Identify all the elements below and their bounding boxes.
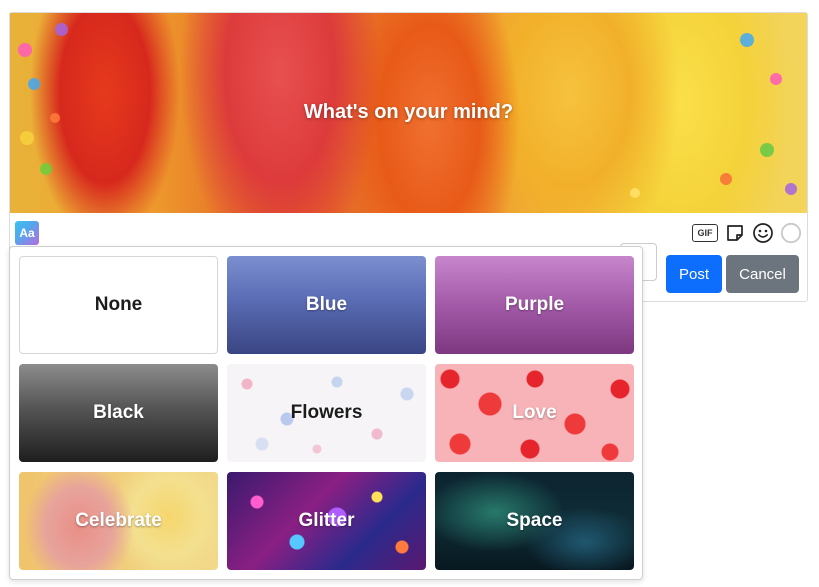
background-option-label: Black — [93, 402, 144, 423]
composer-tools: GIF — [692, 220, 802, 246]
background-option-label: Blue — [305, 294, 348, 315]
background-option-label: Flowers — [290, 402, 363, 423]
gif-icon[interactable]: GIF — [692, 224, 718, 242]
background-option-label: Love — [512, 402, 557, 423]
background-preview[interactable]: What's on your mind? — [10, 13, 807, 213]
smiley-icon[interactable] — [752, 222, 774, 244]
background-option-flowers[interactable]: Flowers — [227, 364, 426, 462]
background-option-none[interactable]: None — [19, 256, 218, 354]
background-picker: None Blue Purple Black Flowers Love Cele… — [9, 246, 643, 580]
text-style-button[interactable]: Aa — [15, 221, 39, 245]
background-option-purple[interactable]: Purple — [435, 256, 634, 354]
background-option-space[interactable]: Space — [435, 472, 634, 570]
background-option-blue[interactable]: Blue — [227, 256, 426, 354]
background-option-label: Glitter — [298, 510, 355, 531]
background-option-glitter[interactable]: Glitter — [227, 472, 426, 570]
background-option-label: None — [94, 294, 143, 315]
background-option-label: Space — [506, 510, 563, 531]
background-option-label: Celebrate — [75, 510, 162, 531]
circle-icon[interactable] — [780, 222, 802, 244]
sticky-note-icon[interactable] — [724, 222, 746, 244]
post-button[interactable]: Post — [666, 255, 722, 293]
background-option-love[interactable]: Love — [435, 364, 634, 462]
background-option-celebrate[interactable]: Celebrate — [19, 472, 218, 570]
cancel-button[interactable]: Cancel — [726, 255, 799, 293]
background-option-label: Purple — [504, 294, 565, 315]
background-option-black[interactable]: Black — [19, 364, 218, 462]
post-prompt[interactable]: What's on your mind? — [10, 101, 807, 124]
